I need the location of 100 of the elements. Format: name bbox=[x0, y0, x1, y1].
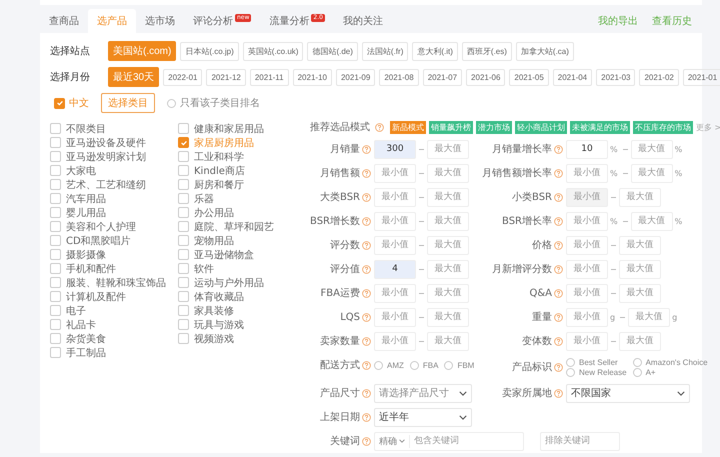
radio-button[interactable] bbox=[632, 358, 642, 366]
number-input[interactable]: 最大值 bbox=[427, 164, 469, 182]
filter-option[interactable]: 英国站(.co.uk) bbox=[242, 42, 304, 60]
checkbox[interactable] bbox=[50, 277, 61, 288]
filter-option[interactable]: 意大利(.it) bbox=[412, 42, 458, 60]
nav-tab[interactable]: 查商品 bbox=[40, 9, 88, 33]
checkbox[interactable] bbox=[178, 333, 189, 344]
number-input[interactable]: 最大值 bbox=[628, 308, 670, 326]
checkbox[interactable] bbox=[50, 151, 61, 162]
number-input[interactable]: 最小值 bbox=[566, 212, 608, 230]
filter-option[interactable]: 2021-01 bbox=[682, 68, 720, 86]
filter-option[interactable]: 法国站(.fr) bbox=[362, 42, 408, 60]
checkbox[interactable] bbox=[50, 123, 61, 134]
number-input[interactable]: 最小值 bbox=[566, 236, 608, 254]
filter-option[interactable]: 2021-04 bbox=[552, 68, 592, 86]
checkbox[interactable] bbox=[50, 347, 61, 358]
checkbox[interactable] bbox=[50, 319, 61, 330]
checkbox[interactable] bbox=[178, 235, 189, 246]
filter-option[interactable]: 2021-05 bbox=[509, 68, 549, 86]
checkbox[interactable] bbox=[178, 277, 189, 288]
checkbox[interactable] bbox=[178, 319, 189, 330]
number-input[interactable]: 最大值 bbox=[630, 164, 673, 182]
number-input[interactable]: 最大值 bbox=[427, 140, 469, 158]
checkbox[interactable] bbox=[50, 291, 61, 302]
number-input[interactable]: 最大值 bbox=[619, 284, 661, 302]
checkbox[interactable] bbox=[50, 263, 61, 274]
number-input[interactable]: 最小值 bbox=[374, 164, 416, 182]
checkbox[interactable] bbox=[50, 137, 61, 148]
number-input[interactable]: 最大值 bbox=[427, 332, 469, 350]
radio-button[interactable] bbox=[167, 98, 176, 108]
checkbox[interactable] bbox=[178, 249, 189, 260]
checkbox[interactable] bbox=[178, 137, 189, 148]
radio-button[interactable] bbox=[410, 360, 419, 370]
number-input[interactable]: 最大值 bbox=[427, 236, 469, 254]
checkbox[interactable] bbox=[178, 193, 189, 204]
number-input[interactable]: 最大值 bbox=[619, 332, 661, 350]
filter-option[interactable]: 2021-09 bbox=[336, 68, 376, 86]
checkbox[interactable] bbox=[50, 221, 61, 232]
number-input[interactable]: 最小值 bbox=[566, 164, 608, 182]
checkbox[interactable] bbox=[178, 165, 189, 176]
checkbox[interactable] bbox=[50, 193, 61, 204]
number-input[interactable]: 最大值 bbox=[630, 212, 673, 230]
number-input[interactable]: 最小值 bbox=[374, 332, 416, 350]
checkbox[interactable] bbox=[50, 249, 61, 260]
checkbox[interactable] bbox=[50, 207, 61, 218]
number-input[interactable]: 最小值 bbox=[374, 308, 416, 326]
number-input[interactable]: 10 bbox=[566, 140, 608, 158]
checkbox[interactable] bbox=[54, 98, 65, 108]
checkbox[interactable] bbox=[178, 263, 189, 274]
number-input[interactable]: 最大值 bbox=[619, 260, 661, 278]
radio-button[interactable] bbox=[444, 360, 454, 370]
number-input[interactable]: 4 bbox=[374, 260, 416, 278]
checkbox[interactable] bbox=[178, 291, 189, 302]
checkbox[interactable] bbox=[50, 165, 61, 176]
checkbox[interactable] bbox=[178, 305, 189, 316]
dropdown[interactable]: 请选择产品尺寸 bbox=[374, 384, 472, 402]
checkbox[interactable] bbox=[178, 221, 189, 232]
number-input[interactable]: 最大值 bbox=[427, 212, 469, 230]
number-input[interactable]: 最小值 bbox=[566, 260, 608, 278]
nav-tab[interactable]: 选市场 bbox=[136, 9, 184, 33]
number-input[interactable]: 最小值 bbox=[566, 308, 608, 326]
number-input[interactable]: 最大值 bbox=[427, 308, 469, 326]
filter-option[interactable]: 2021-06 bbox=[466, 68, 506, 86]
filter-option[interactable]: 德国站(.de) bbox=[307, 42, 358, 60]
number-input[interactable]: 最小值 bbox=[374, 284, 416, 302]
filter-option[interactable]: 2021-03 bbox=[596, 68, 636, 86]
filter-option[interactable]: 加拿大站(.ca) bbox=[516, 42, 574, 60]
checkbox[interactable] bbox=[50, 235, 61, 246]
number-input[interactable]: 最大值 bbox=[427, 260, 469, 278]
checkbox[interactable] bbox=[50, 333, 61, 344]
radio-button[interactable] bbox=[566, 358, 575, 366]
radio-button[interactable] bbox=[374, 360, 383, 370]
number-input[interactable]: 300 bbox=[374, 140, 416, 158]
nav-tab[interactable]: 我的关注 bbox=[334, 9, 392, 33]
number-input[interactable]: 最大值 bbox=[630, 140, 673, 158]
number-input[interactable]: 最小值 bbox=[566, 284, 608, 302]
radio-button[interactable] bbox=[632, 368, 642, 376]
checkbox[interactable] bbox=[178, 179, 189, 190]
number-input[interactable]: 最大值 bbox=[619, 188, 661, 206]
filter-option[interactable]: 2021-02 bbox=[639, 68, 679, 86]
filter-option[interactable]: 2021-11 bbox=[250, 68, 289, 86]
filter-option[interactable]: 2022-01 bbox=[163, 68, 202, 86]
checkbox[interactable] bbox=[50, 305, 61, 316]
number-input[interactable]: 最小值 bbox=[374, 188, 416, 206]
number-input[interactable]: 最大值 bbox=[427, 284, 469, 302]
filter-option[interactable]: 2021-07 bbox=[422, 68, 462, 86]
filter-option[interactable]: 日本站(.co.jp) bbox=[180, 42, 239, 60]
dropdown[interactable]: 近半年 bbox=[374, 408, 472, 426]
dropdown[interactable]: 不限国家 bbox=[566, 384, 690, 402]
checkbox[interactable] bbox=[178, 123, 189, 134]
number-input[interactable]: 最小值 bbox=[374, 236, 416, 254]
filter-option[interactable]: 西班牙(.es) bbox=[462, 42, 512, 60]
number-input[interactable]: 最大值 bbox=[427, 188, 469, 206]
number-input[interactable]: 最大值 bbox=[619, 236, 661, 254]
filter-option[interactable]: 2021-10 bbox=[292, 68, 332, 86]
checkbox[interactable] bbox=[178, 151, 189, 162]
radio-button[interactable] bbox=[566, 368, 575, 376]
checkbox[interactable] bbox=[50, 179, 61, 190]
number-input[interactable]: 最小值 bbox=[374, 212, 416, 230]
exclude-keyword-input[interactable]: 排除关键词 bbox=[540, 432, 620, 450]
